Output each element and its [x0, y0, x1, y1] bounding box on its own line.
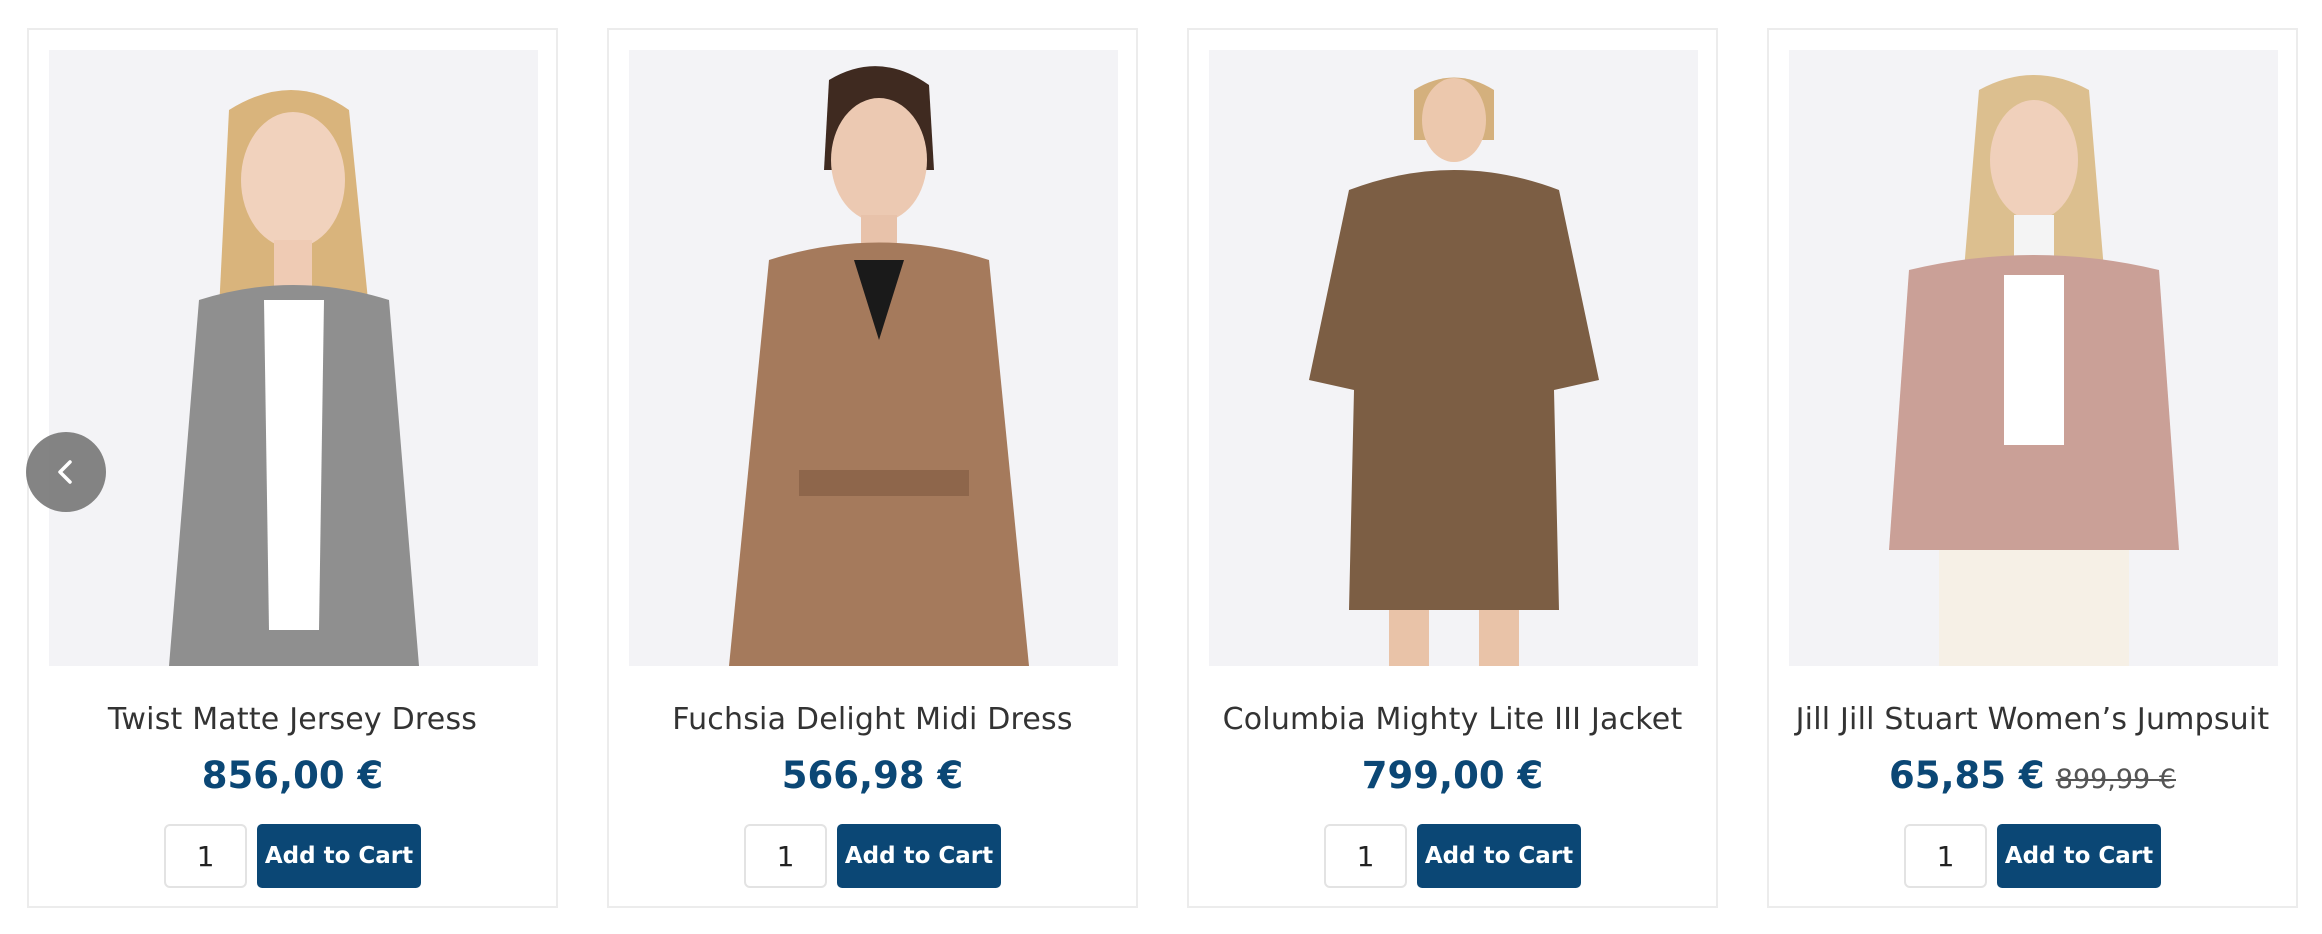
product-card: Jill Jill Stuart Women’s Jumpsuit 65,85 … [1767, 28, 2298, 908]
product-card: Twist Matte Jersey Dress 856,00 € Add to… [27, 28, 558, 908]
product-name[interactable]: Columbia Mighty Lite III Jacket [1189, 702, 1716, 737]
price-row: 799,00 € [1189, 754, 1716, 797]
product-price: 65,85 € [1889, 754, 2045, 797]
product-photo [1789, 50, 2278, 666]
price-row: 856,00 € [29, 754, 556, 797]
product-card: Columbia Mighty Lite III Jacket 799,00 €… [1187, 28, 1718, 908]
product-name[interactable]: Fuchsia Delight Midi Dress [609, 702, 1136, 737]
product-price: 856,00 € [201, 754, 384, 797]
product-name[interactable]: Twist Matte Jersey Dress [29, 702, 556, 737]
product-photo [49, 50, 538, 666]
price-row: 566,98 € [609, 754, 1136, 797]
buy-row: Add to Cart [1769, 824, 2296, 888]
add-to-cart-button[interactable]: Add to Cart [1417, 824, 1581, 888]
quantity-input[interactable] [164, 824, 247, 888]
chevron-left-icon [58, 460, 72, 484]
product-old-price: 899,99 € [2055, 764, 2176, 795]
product-image[interactable] [1209, 50, 1698, 666]
add-to-cart-button[interactable]: Add to Cart [837, 824, 1001, 888]
product-image[interactable] [49, 50, 538, 666]
price-row: 65,85 € 899,99 € [1769, 754, 2296, 797]
add-to-cart-button[interactable]: Add to Cart [1997, 824, 2161, 888]
product-name[interactable]: Jill Jill Stuart Women’s Jumpsuit [1769, 702, 2296, 737]
quantity-input[interactable] [1904, 824, 1987, 888]
quantity-input[interactable] [1324, 824, 1407, 888]
buy-row: Add to Cart [29, 824, 556, 888]
add-to-cart-button[interactable]: Add to Cart [257, 824, 421, 888]
product-photo [1209, 50, 1698, 666]
product-image[interactable] [1789, 50, 2278, 666]
quantity-input[interactable] [744, 824, 827, 888]
product-image[interactable] [629, 50, 1118, 666]
buy-row: Add to Cart [1189, 824, 1716, 888]
buy-row: Add to Cart [609, 824, 1136, 888]
product-price: 566,98 € [781, 754, 964, 797]
product-photo [629, 50, 1118, 666]
product-price: 799,00 € [1361, 754, 1544, 797]
product-card: Fuchsia Delight Midi Dress 566,98 € Add … [607, 28, 1138, 908]
carousel-prev-button[interactable] [26, 432, 106, 512]
product-carousel: Twist Matte Jersey Dress 856,00 € Add to… [0, 0, 2322, 934]
